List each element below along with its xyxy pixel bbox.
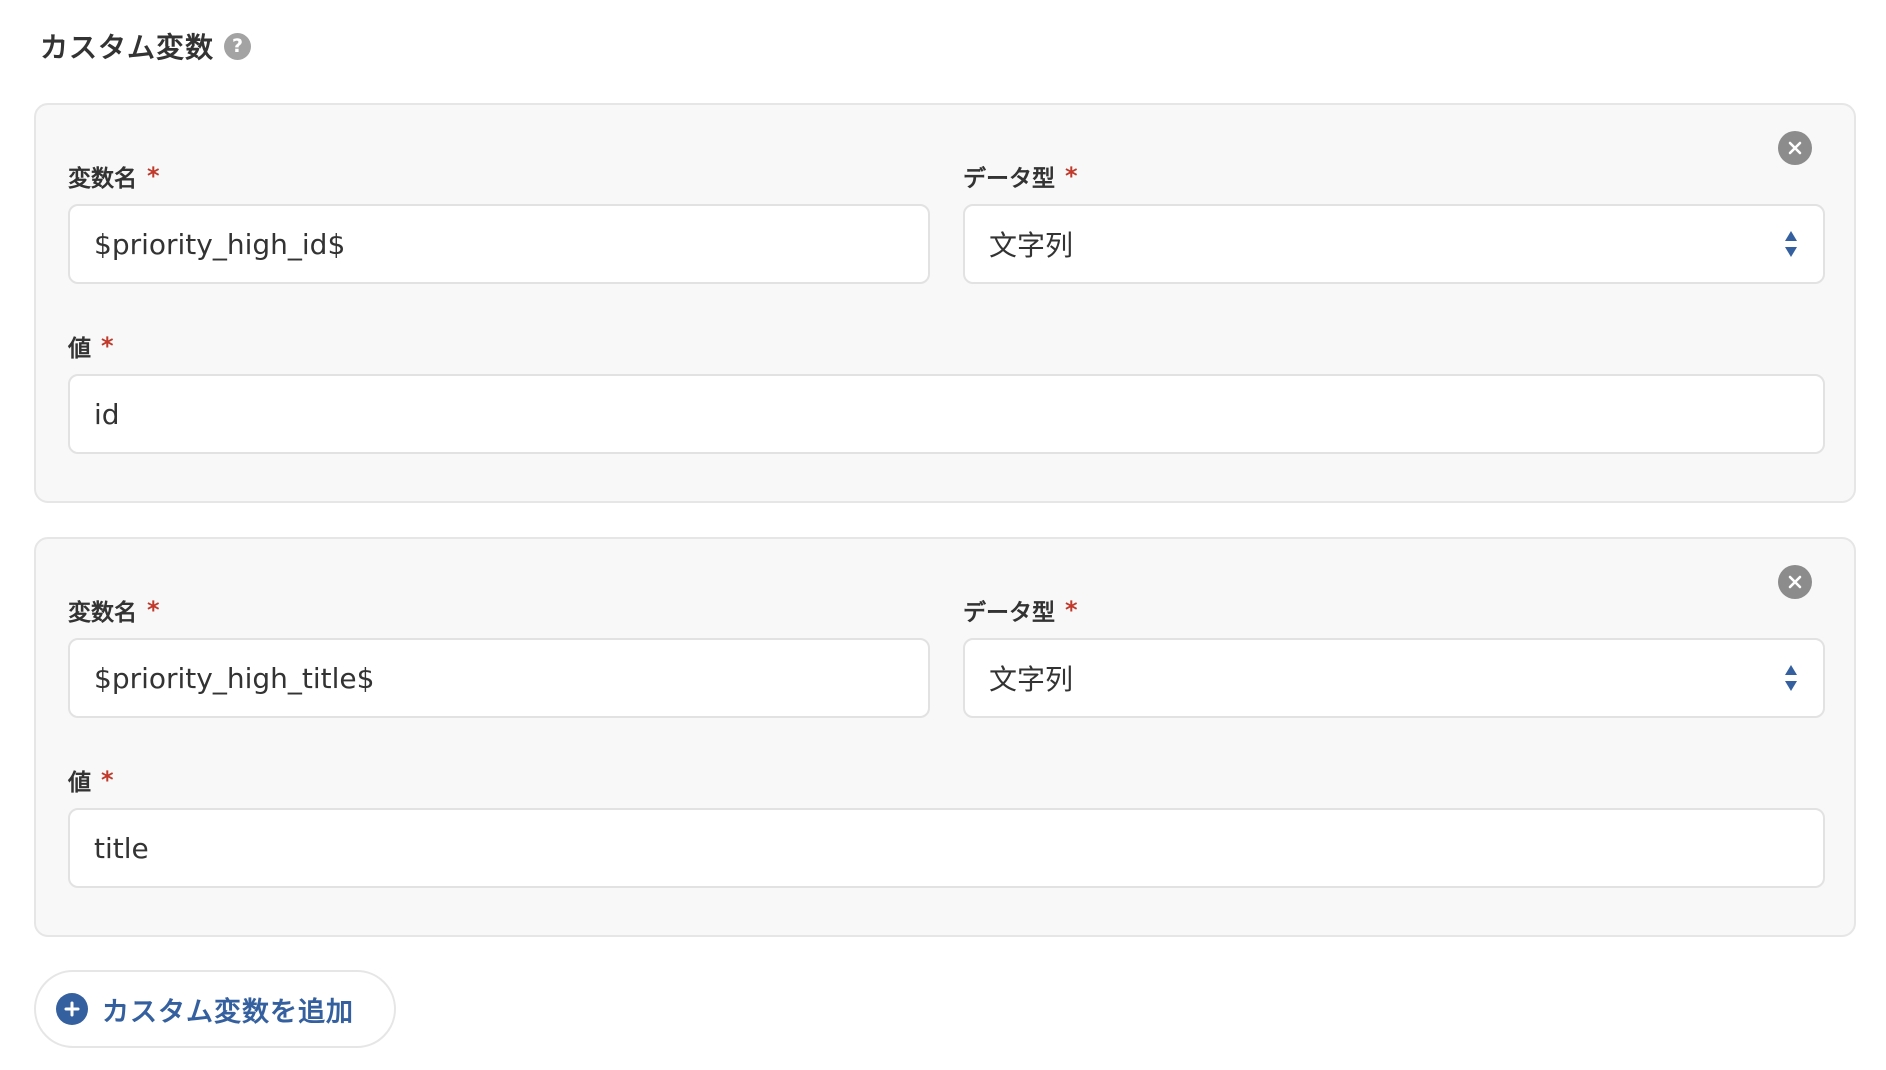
value-label-text: 値 <box>68 770 91 796</box>
variable-name-value: $priority_high_title$ <box>94 661 375 695</box>
custom-variables-panel: カスタム変数 ? 変数名 * $priority_high_id$ データ型 *… <box>0 0 1886 1070</box>
required-mark: * <box>101 766 114 794</box>
data-type-label: データ型 * <box>963 593 1078 627</box>
data-type-label: データ型 * <box>963 159 1078 193</box>
data-type-label-text: データ型 <box>963 166 1055 192</box>
data-type-select[interactable]: 文字列 <box>963 204 1825 284</box>
required-mark: * <box>1065 162 1078 190</box>
value-label: 値 * <box>68 763 114 797</box>
variable-name-value: $priority_high_id$ <box>94 227 346 261</box>
data-type-select[interactable]: 文字列 <box>963 638 1825 718</box>
variable-name-label: 変数名 * <box>68 593 160 627</box>
data-type-selected-value: 文字列 <box>989 229 1074 262</box>
variable-value-text: title <box>94 831 149 865</box>
value-label-text: 値 <box>68 336 91 362</box>
custom-variable-card: 変数名 * $priority_high_id$ データ型 * 文字列 値 * … <box>34 103 1856 503</box>
remove-variable-button[interactable] <box>1778 565 1812 599</box>
required-mark: * <box>101 332 114 360</box>
section-header: カスタム変数 ? <box>40 26 252 66</box>
variable-name-input[interactable]: $priority_high_title$ <box>68 638 930 718</box>
section-title: カスタム変数 <box>40 31 215 64</box>
question-circle-icon[interactable]: ? <box>224 32 252 60</box>
variable-value-text: id <box>94 397 120 431</box>
variable-value-input[interactable]: id <box>68 374 1825 454</box>
select-arrows-icon <box>1785 231 1797 257</box>
variable-name-label-text: 変数名 <box>68 166 137 192</box>
required-mark: * <box>147 162 160 190</box>
add-custom-variable-button[interactable]: カスタム変数を追加 <box>34 970 396 1048</box>
close-icon <box>1788 575 1802 589</box>
required-mark: * <box>1065 596 1078 624</box>
plus-circle-icon <box>56 993 88 1025</box>
value-label: 値 * <box>68 329 114 363</box>
data-type-label-text: データ型 <box>963 600 1055 626</box>
variable-value-input[interactable]: title <box>68 808 1825 888</box>
required-mark: * <box>147 596 160 624</box>
variable-name-label-text: 変数名 <box>68 600 137 626</box>
variable-name-label: 変数名 * <box>68 159 160 193</box>
variable-name-input[interactable]: $priority_high_id$ <box>68 204 930 284</box>
custom-variable-card: 変数名 * $priority_high_title$ データ型 * 文字列 値… <box>34 537 1856 937</box>
data-type-selected-value: 文字列 <box>989 663 1074 696</box>
close-icon <box>1788 141 1802 155</box>
remove-variable-button[interactable] <box>1778 131 1812 165</box>
add-custom-variable-label: カスタム変数を追加 <box>102 996 354 1028</box>
select-arrows-icon <box>1785 665 1797 691</box>
